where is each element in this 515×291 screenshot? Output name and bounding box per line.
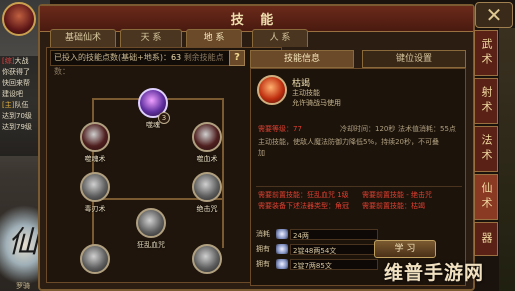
side-tab-immortal[interactable]: 仙术 xyxy=(474,174,498,220)
required-level: 需要等级：77 xyxy=(258,125,302,133)
learn-button[interactable]: 学 习 xyxy=(374,240,436,258)
skill-node[interactable] xyxy=(192,122,222,152)
skill-label: 毒刃术 xyxy=(84,205,106,213)
requirement: 需要装备下述法器类型：角冠 xyxy=(258,202,349,210)
skill-label: 噬血术 xyxy=(196,155,218,163)
selected-skill-usage: 允许骑战马使用 xyxy=(292,99,341,107)
skill-node[interactable] xyxy=(136,208,166,238)
points-info: 已投入的技能点数(基础+地系)：63 剩余技能点数： xyxy=(50,50,236,76)
side-tab-artifact[interactable]: 器 xyxy=(474,222,498,256)
scene-edge xyxy=(499,28,515,291)
selected-skill-icon xyxy=(257,75,287,105)
skill-label: 狂乱血咒 xyxy=(137,241,165,249)
skill-node[interactable] xyxy=(80,172,110,202)
tab-human[interactable]: 人 系 xyxy=(252,29,308,47)
tab-skill-info[interactable]: 技能信息 xyxy=(250,50,354,68)
skill-node[interactable] xyxy=(192,172,222,202)
skill-node[interactable] xyxy=(192,244,222,274)
cost-row: 拥有 2锭7两85文 xyxy=(256,258,396,271)
side-tab-archery[interactable]: 射术 xyxy=(474,78,498,124)
watermark: 维普手游网 xyxy=(384,262,485,284)
points-value: 63 xyxy=(170,53,182,62)
cost-label: 消耗 xyxy=(256,230,270,238)
tree-connector xyxy=(222,98,224,248)
coin-icon xyxy=(276,229,288,239)
tab-key-settings[interactable]: 键位设置 xyxy=(362,50,466,68)
mana-cost: 法术值消耗：55点 xyxy=(398,125,456,133)
cost-value: 24两 xyxy=(290,228,378,240)
cost-label: 拥有 xyxy=(256,245,270,253)
window-title: 技 能 xyxy=(230,13,280,28)
requirement: 需要前置技能：枯竭 xyxy=(362,202,425,210)
close-button[interactable]: ✕ xyxy=(475,2,513,28)
skill-node[interactable] xyxy=(80,244,110,274)
cost-row: 消耗 24两 xyxy=(256,228,396,241)
skill-label: 绝击咒 xyxy=(196,205,218,213)
side-tab-martial[interactable]: 武术 xyxy=(474,30,498,76)
skill-label: 噬魂 xyxy=(146,121,160,129)
requirement: 需要前置技能 - 绝击咒 xyxy=(362,191,432,199)
tab-earth[interactable]: 地 系 xyxy=(186,29,242,47)
divider xyxy=(256,186,462,187)
skill-effect-cont: 加 xyxy=(258,149,265,157)
skill-label: 噬魂术 xyxy=(84,155,106,163)
cooldown: 冷却时间：120秒 xyxy=(340,125,396,133)
points-label: 已投入的技能点数(基础+地系)： xyxy=(54,53,171,62)
skill-effect: 主动技能，使敌人魔法防御力降低5%，持续20秒，不可叠 xyxy=(258,138,440,146)
tab-basic[interactable]: 基础仙术 xyxy=(50,29,116,47)
requirement: 需要前置技能：狂乱血咒 1级 xyxy=(258,191,349,199)
side-tab-magic[interactable]: 法术 xyxy=(474,126,498,172)
close-icon: ✕ xyxy=(485,3,503,27)
help-button[interactable]: ? xyxy=(229,50,245,66)
coin-icon xyxy=(276,244,288,254)
skill-node[interactable] xyxy=(80,122,110,152)
cost-label: 拥有 xyxy=(256,260,270,268)
cost-value: 2锭48两54文 xyxy=(290,243,378,255)
player-avatar[interactable] xyxy=(2,2,36,36)
coin-icon xyxy=(276,259,288,269)
cost-value: 2锭7两85文 xyxy=(290,258,378,270)
bottom-left-label: 罗骑 xyxy=(16,282,30,290)
selected-skill-type: 主动技能 xyxy=(292,89,320,97)
tab-heaven[interactable]: 天 系 xyxy=(120,29,182,47)
